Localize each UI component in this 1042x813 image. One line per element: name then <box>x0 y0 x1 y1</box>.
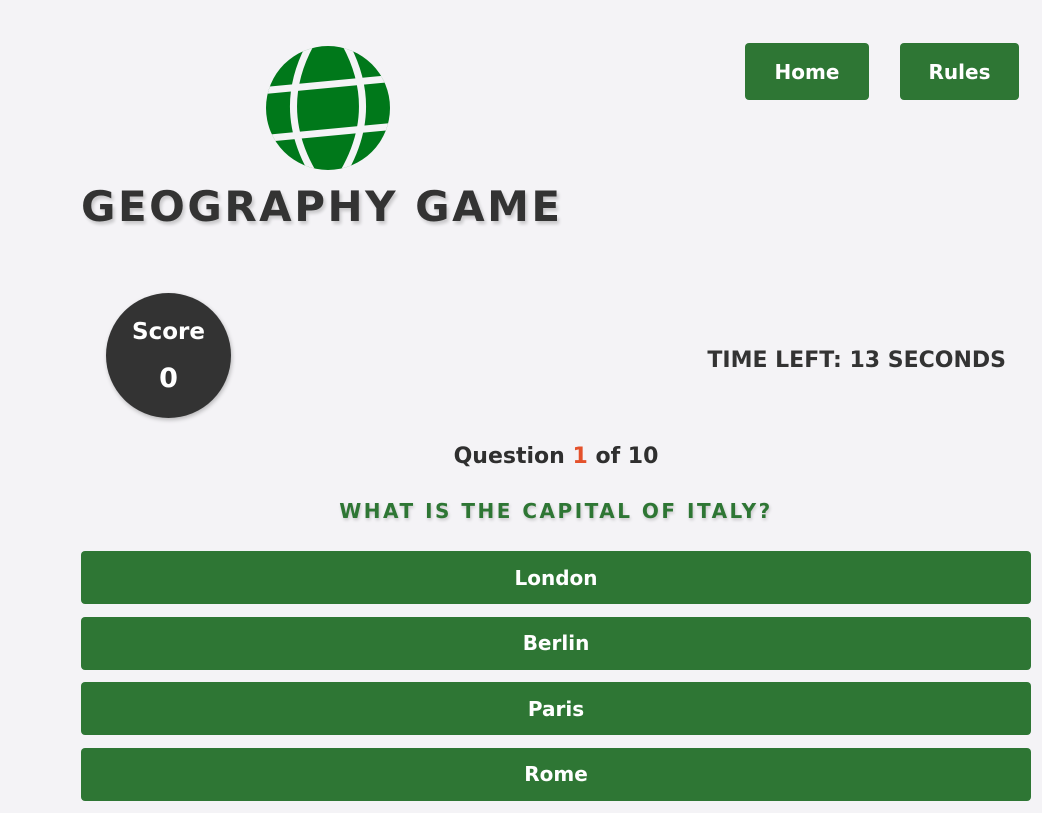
question-counter-suffix: of 10 <box>595 444 659 469</box>
current-question-number: 1 <box>572 444 588 469</box>
question-text: WHAT IS THE CAPITAL OF ITALY? <box>339 499 773 523</box>
time-left-text: TIME LEFT: 13 SECONDS <box>707 348 1006 373</box>
globe-icon <box>264 44 392 172</box>
answer-button-rome[interactable]: Rome <box>81 747 1031 801</box>
score-label: Score <box>132 319 205 345</box>
answer-button-berlin[interactable]: Berlin <box>81 616 1031 670</box>
game-title: GEOGRAPHY GAME <box>81 182 563 231</box>
score-value: 0 <box>159 363 178 394</box>
home-button[interactable]: Home <box>745 43 869 100</box>
answer-button-paris[interactable]: Paris <box>81 682 1031 735</box>
answer-list: London Berlin Paris Rome <box>81 551 1031 813</box>
answer-button-london[interactable]: London <box>81 551 1031 604</box>
score-badge: Score 0 <box>106 293 231 418</box>
question-counter: Question 1 of 10 <box>0 444 1042 469</box>
rules-button[interactable]: Rules <box>900 43 1019 100</box>
question-counter-prefix: Question <box>453 444 565 469</box>
